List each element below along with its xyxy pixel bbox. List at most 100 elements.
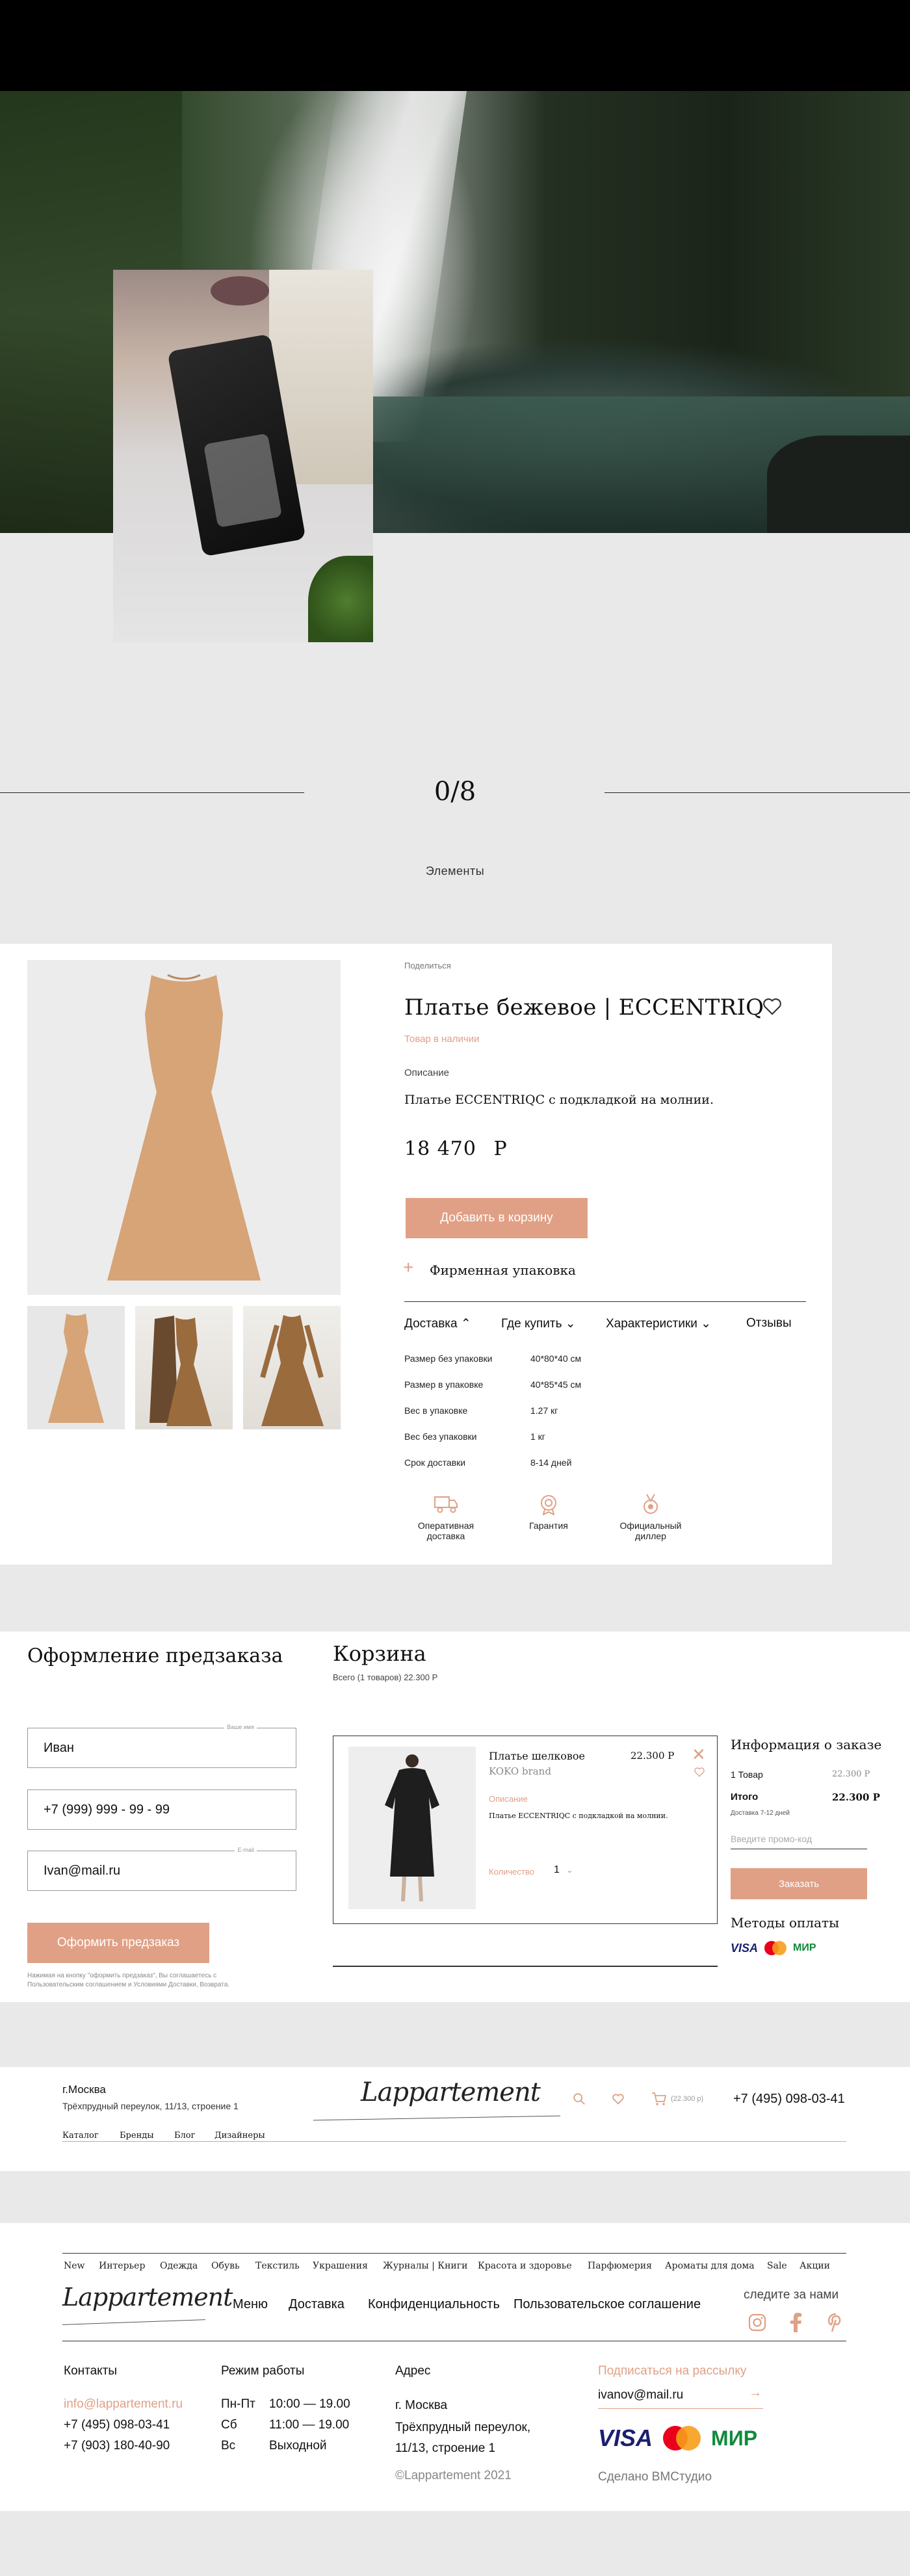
footer-nav-privacy[interactable]: Конфиденциальность — [368, 2297, 500, 2312]
footer-phone-2[interactable]: +7 (903) 180-40-90 — [64, 2439, 170, 2453]
medal-icon — [644, 1494, 658, 1514]
address-line-2: Трёхпрудный переулок, — [395, 2421, 531, 2434]
hero-model-clutch-photo — [113, 270, 373, 642]
goods-value: 22.300 Р — [832, 1769, 870, 1779]
search-icon[interactable] — [572, 2092, 586, 2109]
cart-item-desc-label: Описание — [489, 1794, 528, 1804]
footer-cat-sale[interactable]: Sale — [767, 2261, 787, 2271]
spec-value: 40*85*45 см — [530, 1379, 582, 1390]
subscribe-email-input[interactable]: ivanov@mail.ru — [598, 2386, 763, 2409]
goods-label: 1 Товар — [731, 1769, 763, 1780]
mir-icon: МИР — [793, 1942, 816, 1953]
address-line-1: г. Москва — [395, 2399, 448, 2412]
cart-summary: Всего (1 товаров) 22.300 Р — [333, 1672, 438, 1682]
product-thumb-1[interactable] — [27, 1306, 125, 1429]
tab-characteristics[interactable]: Характеристики ⌄ — [606, 1316, 711, 1331]
heart-icon[interactable] — [611, 2092, 625, 2109]
tab-delivery[interactable]: Доставка ⌃ — [404, 1316, 471, 1331]
header-nav-brands[interactable]: Бренды — [120, 2131, 154, 2140]
delivery-note: Доставка 7-12 дней — [731, 1810, 790, 1817]
plus-icon[interactable]: + — [403, 1257, 413, 1278]
pinterest-icon[interactable] — [827, 2313, 845, 2335]
description-text: Платье ECCENTRIQC с подкладкой на молнии… — [404, 1093, 714, 1107]
header-phone[interactable]: +7 (495) 098-03-41 — [733, 2092, 845, 2107]
spec-value: 8-14 дней — [530, 1457, 572, 1468]
product-thumb-2[interactable] — [135, 1306, 233, 1429]
name-value: Иван — [44, 1740, 74, 1755]
arrow-right-icon[interactable]: → — [749, 2386, 762, 2400]
mastercard-icon — [764, 1941, 787, 1955]
hours-time: Выходной — [269, 2439, 327, 2452]
cart-total: (22.300 р) — [671, 2095, 704, 2103]
promo-code-input[interactable]: Введите промо-код — [731, 1830, 867, 1849]
footer-cat-interior[interactable]: Интерьер — [99, 2261, 145, 2271]
made-by: Сделано BMCтудио — [598, 2470, 712, 2484]
tab-reviews[interactable]: Отзывы — [746, 1316, 792, 1331]
footer-cat-perfume[interactable]: Парфюмерия — [588, 2261, 652, 2271]
chevron-down-icon: ⌄ — [701, 1317, 712, 1331]
footer-logo[interactable]: Lappartement — [62, 2283, 233, 2311]
facebook-icon[interactable] — [788, 2313, 803, 2335]
tab-where-to-buy[interactable]: Где купить ⌄ — [501, 1316, 576, 1331]
heart-icon[interactable] — [760, 995, 784, 1018]
cart-icon — [652, 2092, 667, 2105]
chevron-down-icon: ⌄ — [566, 1866, 573, 1875]
spec-label: Срок доставки — [404, 1457, 466, 1468]
subscribe-title: Подписаться на рассылку — [598, 2364, 747, 2378]
header-nav-catalog[interactable]: Каталог — [62, 2131, 99, 2140]
footer-cat-jewelry[interactable]: Украшения — [313, 2261, 368, 2271]
footer-phone-1[interactable]: +7 (495) 098-03-41 — [64, 2418, 170, 2432]
footer-cat-shoes[interactable]: Обувь — [211, 2261, 240, 2271]
share-link[interactable]: Поделиться — [404, 961, 451, 970]
terms-notice: Нажимая на кнопку "оформить предзаказ", … — [27, 1972, 230, 1988]
quantity-selector[interactable]: 1 ⌄ — [554, 1864, 573, 1876]
footer-cat-promo[interactable]: Акции — [800, 2261, 830, 2271]
copyright: ©Lappartement 2021 — [395, 2469, 512, 2482]
total-value: 22.300 Р — [832, 1791, 880, 1803]
footer-cat-textile[interactable]: Текстиль — [255, 2261, 300, 2271]
phone-value: +7 (999) 999 - 99 - 99 — [44, 1802, 170, 1817]
cart-item-photo[interactable] — [348, 1747, 476, 1909]
order-info-title: Информация о заказе — [731, 1737, 882, 1752]
cart-item-brand: KOKO brand — [489, 1765, 551, 1777]
instagram-icon[interactable] — [748, 2313, 767, 2335]
heart-icon[interactable] — [693, 1765, 706, 1782]
product-thumb-3[interactable] — [243, 1306, 341, 1429]
preorder-button[interactable]: Оформить предзаказ — [27, 1923, 209, 1963]
header-divider — [62, 2141, 846, 2142]
follow-us-label: следите за нами — [744, 2288, 839, 2302]
footer-top-line — [62, 2253, 846, 2254]
name-field[interactable]: Ваше имя Иван — [27, 1724, 296, 1768]
footer-cat-magazines[interactable]: Журналы | Книги — [383, 2261, 467, 2271]
footer-cat-new[interactable]: New — [64, 2261, 85, 2271]
footer-cat-clothes[interactable]: Одежда — [160, 2261, 198, 2271]
email-field[interactable]: E-mail Ivan@mail.ru — [27, 1847, 296, 1891]
chevron-down-icon: ⌄ — [565, 1317, 576, 1331]
spec-label: Вес в упаковке — [404, 1405, 468, 1416]
header-nav-designers[interactable]: Дизайнеры — [214, 2131, 265, 2140]
description-label: Описание — [404, 1067, 450, 1078]
divider-left — [0, 792, 304, 793]
footer-email[interactable]: info@lappartement.ru — [64, 2397, 183, 2412]
close-icon[interactable]: ✕ — [692, 1745, 706, 1765]
spec-value: 1 кг — [530, 1431, 545, 1442]
footer-cat-home-aroma[interactable]: Ароматы для дома — [665, 2261, 755, 2271]
feature-fast-delivery: Оперативная доставка — [400, 1493, 491, 1541]
packaging-option[interactable]: Фирменная упаковка — [430, 1262, 576, 1278]
header-nav-blog[interactable]: Блог — [174, 2131, 195, 2140]
footer-cat-beauty[interactable]: Красота и здоровье — [478, 2261, 572, 2271]
email-field-label: E-mail — [235, 1847, 257, 1853]
header-logo[interactable]: Lappartement — [361, 2077, 541, 2107]
add-to-cart-button[interactable]: Добавить в корзину — [406, 1198, 588, 1238]
top-black-band — [0, 0, 910, 91]
spec-label: Размер в упаковке — [404, 1379, 484, 1390]
order-button[interactable]: Заказать — [731, 1868, 867, 1899]
cart-item-name: Платье шелковое — [489, 1750, 586, 1762]
header-address: Трёхпрудный переулок, 11/13, строение 1 — [62, 2101, 239, 2111]
product-main-photo[interactable] — [27, 960, 341, 1295]
header-cart[interactable]: (22.300 р) — [651, 2092, 703, 2106]
footer-nav-menu[interactable]: Меню — [233, 2297, 268, 2312]
phone-field[interactable]: +7 (999) 999 - 99 - 99 — [27, 1789, 296, 1830]
footer-nav-delivery[interactable]: Доставка — [289, 2297, 344, 2312]
footer-nav-agreement[interactable]: Пользовательское соглашение — [514, 2297, 701, 2312]
